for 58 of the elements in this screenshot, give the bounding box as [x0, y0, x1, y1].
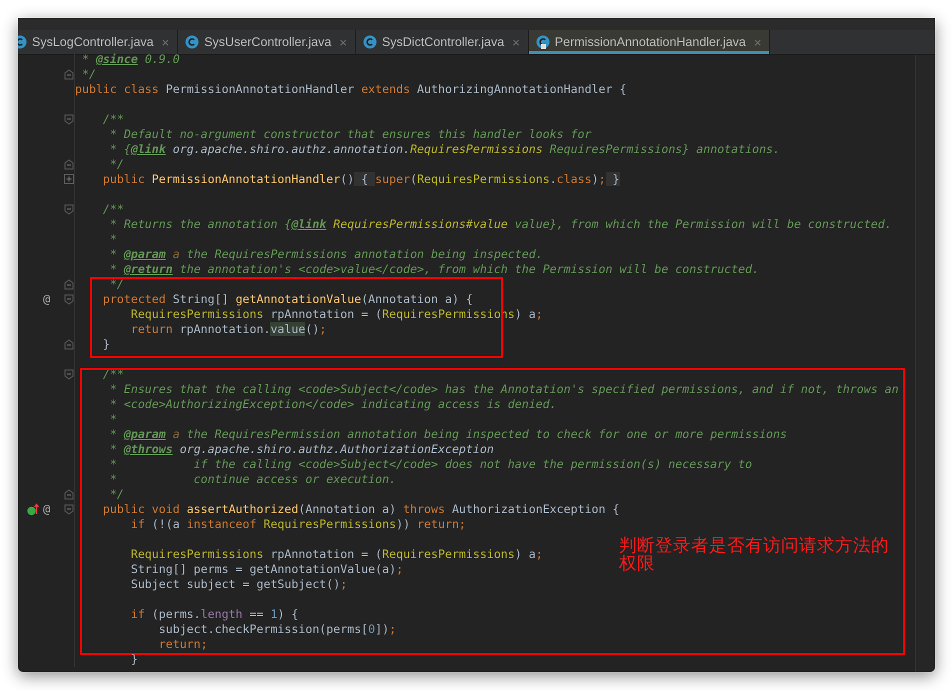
- class-icon: [185, 35, 200, 49]
- code-line: * if the calling <code>Subject</code> does not have the permission(s) necessary to: [108, 457, 752, 472]
- annotation-note: 判断登录者是否有访问请求方法的权限: [619, 537, 890, 573]
- code-line: */: [80, 67, 96, 82]
- code-line: * Returns the annotation {@link RequiresPermissions#value value}, from which the Permission will be constructed.: [108, 217, 892, 232]
- code-line: public void assertAuthorized(Annotation a) throws AuthorizationException {: [102, 502, 620, 517]
- code-line: }: [130, 652, 138, 667]
- code-line: return;: [158, 637, 208, 652]
- code-line: */: [108, 157, 124, 172]
- override-icon[interactable]: [27, 503, 39, 516]
- code-line: * @throws org.apache.shiro.authz.AuthorizationException: [108, 442, 494, 457]
- code-line: */: [108, 487, 124, 502]
- fold-icon[interactable]: [64, 294, 74, 305]
- code-line: protected String[] getAnnotationValue(Annotation a) {: [102, 292, 473, 307]
- code-line: if (perms.length == 1) {: [130, 607, 298, 622]
- fold-icon[interactable]: [64, 489, 74, 500]
- fold-icon[interactable]: [64, 504, 74, 515]
- code-line: return rpAnnotation.value();: [130, 322, 326, 337]
- fold-icon[interactable]: [64, 339, 74, 350]
- fold-icon[interactable]: [64, 204, 74, 215]
- code-line: public PermissionAnnotationHandler() { super(RequiresPermissions.class); }: [102, 172, 620, 187]
- code-line: *: [108, 232, 117, 247]
- code-line: * <code>AuthorizingException</code> indicating access is denied.: [108, 397, 557, 412]
- code-line: /**: [102, 112, 124, 127]
- fold-icon[interactable]: [64, 69, 74, 80]
- code-line: * @param a the RequiresPermissions annotation being inspected.: [108, 247, 543, 262]
- code-line: * @return the annotation's <code>value</code>, from which the Permission will be constructed.: [108, 262, 760, 277]
- code-line: public class PermissionAnnotationHandler extends AuthorizingAnnotationHandler {: [75, 82, 626, 97]
- code-line: /**: [102, 202, 124, 217]
- code-line: * {@link org.apache.shiro.authz.annotation.RequiresPermissions RequiresPermissions} annotations.: [108, 142, 780, 157]
- code-line: * Ensures that the calling <code>Subject</code> has the Annotation's specified permissions, and if not, throws an: [108, 382, 899, 397]
- code-line: if (!(a instanceof RequiresPermissions)) return;: [130, 517, 466, 532]
- expand-icon[interactable]: [64, 174, 74, 184]
- code-line: * @since 0.9.0: [80, 52, 180, 67]
- fold-icon[interactable]: [64, 279, 74, 290]
- implements-marker[interactable]: @: [43, 292, 50, 307]
- code-line: * continue access or execution.: [108, 472, 396, 487]
- scrollbar-track[interactable]: [915, 55, 935, 672]
- code-line: * Default no-argument constructor that ensures this handler looks for: [108, 127, 592, 142]
- code-line: RequiresPermissions rpAnnotation = (RequiresPermissions) a;: [130, 547, 543, 562]
- class-icon: [362, 35, 377, 49]
- code-line: * @param a the RequiresPermission annotation being inspected to check for one or more permissions: [108, 427, 787, 442]
- fold-icon[interactable]: [64, 114, 74, 125]
- code-line: }: [102, 337, 110, 352]
- file-tab[interactable]: SysUserController.java ×: [178, 30, 356, 54]
- code-line: */: [108, 277, 124, 292]
- file-tab[interactable]: SysDictController.java ×: [356, 30, 529, 54]
- fold-icon[interactable]: [64, 159, 74, 170]
- code-line: Subject subject = getSubject();: [130, 577, 348, 592]
- code-line: /**: [102, 367, 124, 382]
- code-line: *: [108, 412, 117, 427]
- class-icon: [536, 35, 550, 49]
- file-tab[interactable]: SysLogController.java ×: [18, 30, 178, 54]
- fold-icon[interactable]: [64, 369, 74, 380]
- code-line: String[] perms = getAnnotationValue(a);: [130, 562, 404, 577]
- file-tab[interactable]: PermissionAnnotationHandler.java ×: [528, 30, 770, 54]
- implements-marker[interactable]: @: [43, 502, 50, 517]
- code-line: subject.checkPermission(perms[0]);: [158, 622, 396, 637]
